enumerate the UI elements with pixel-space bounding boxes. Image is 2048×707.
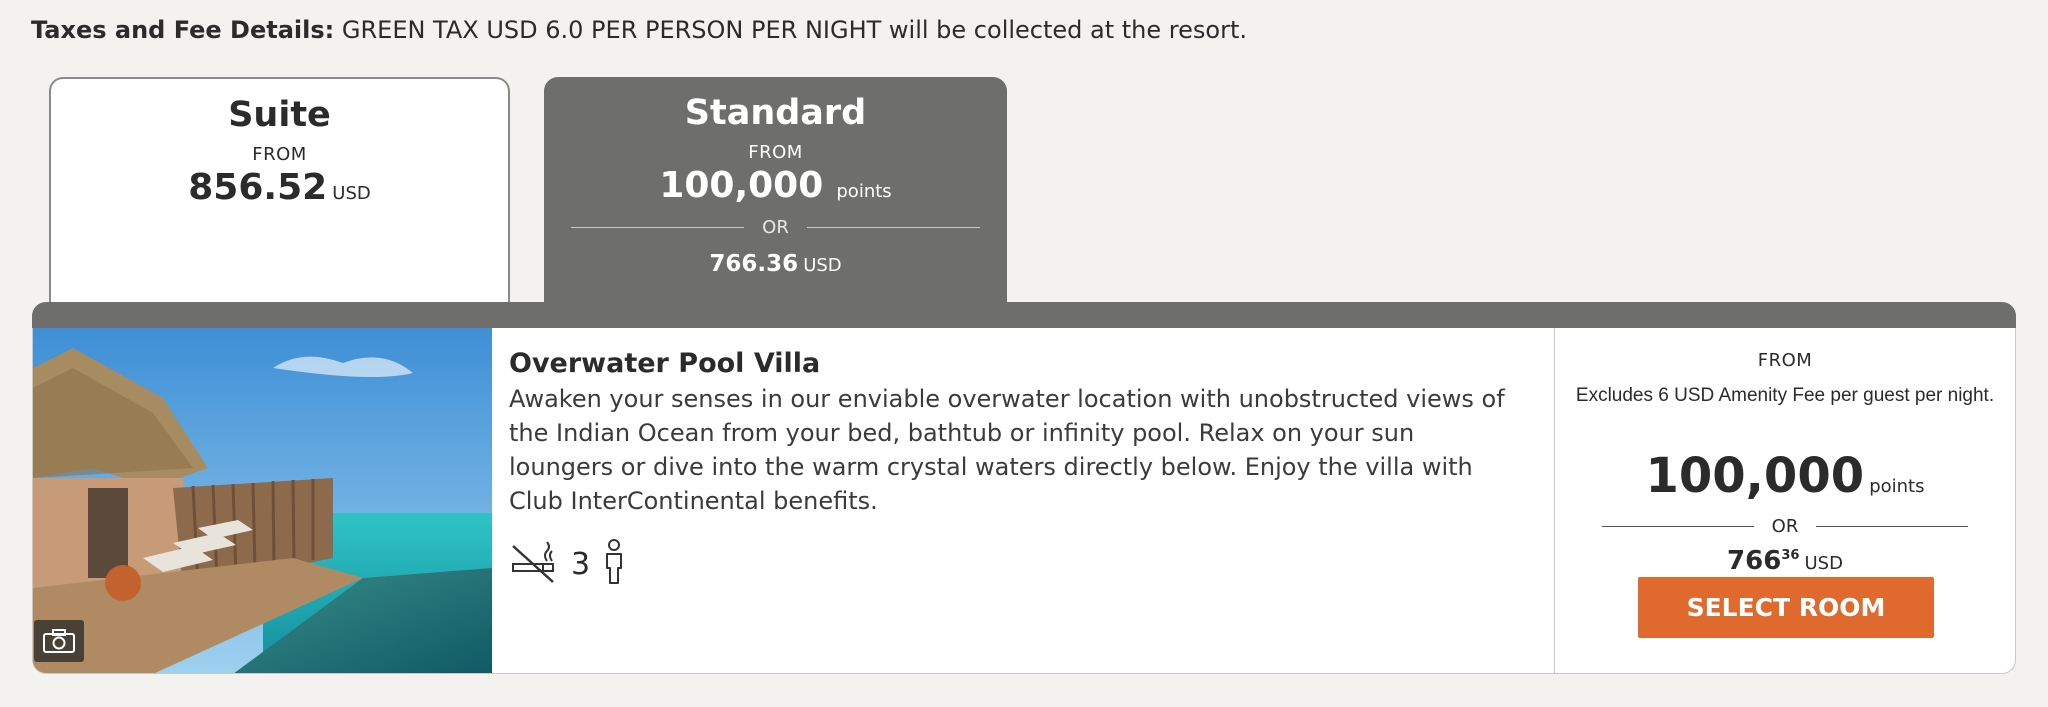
room-points-value: 100,000 — [1645, 448, 1865, 504]
tab-title: Suite — [228, 95, 331, 135]
room-name: Overwater Pool Villa — [509, 348, 821, 379]
or-label: OR — [762, 217, 789, 238]
room-points: 100,000 points — [1555, 448, 2015, 504]
tab-price-unit: USD — [332, 183, 371, 204]
room-photo[interactable] — [33, 328, 492, 673]
room-price-panel: FROM Excludes 6 USD Amenity Fee per gues… — [1555, 328, 2015, 673]
room-card: Overwater Pool Villa Awaken your senses … — [32, 328, 2016, 674]
room-points-unit: points — [1869, 476, 1925, 497]
divider-line — [571, 227, 745, 228]
cash-main: 766 — [1727, 546, 1782, 576]
camera-icon[interactable] — [34, 620, 84, 662]
tab-price-value: 856.52 — [188, 167, 328, 208]
select-room-button[interactable]: SELECT ROOM — [1638, 577, 1934, 638]
amenity-fee-note: Excludes 6 USD Amenity Fee per guest per… — [1575, 385, 1995, 406]
room-photo-illustration — [33, 328, 492, 673]
tab-cash: 766.36 USD — [544, 251, 1007, 277]
cash-cents: 36 — [1781, 548, 1800, 563]
tab-points: 100,000 points — [544, 165, 1007, 206]
room-amenities: 3 — [509, 538, 626, 590]
tab-suite[interactable]: Suite FROM 856.52 USD — [49, 77, 510, 303]
tab-points-value: 100,000 — [659, 165, 824, 206]
taxes-fee-details: Taxes and Fee Details: GREEN TAX USD 6.0… — [31, 16, 1247, 44]
tab-or-divider: OR — [571, 217, 980, 238]
person-icon — [602, 539, 626, 589]
or-label: OR — [1771, 516, 1799, 537]
price-or-divider: OR — [1602, 516, 1968, 537]
divider-line — [1602, 526, 1754, 527]
tab-cash-value: 766.36 — [709, 251, 799, 277]
tab-points-unit: points — [836, 181, 892, 202]
room-card-header-bar — [32, 302, 2016, 328]
tab-price: 856.52 USD — [51, 167, 508, 208]
room-description: Awaken your senses in our enviable overw… — [509, 385, 1505, 515]
taxes-label: Taxes and Fee Details: — [31, 16, 335, 44]
price-from-label: FROM — [1757, 350, 1813, 371]
room-details: Overwater Pool Villa Awaken your senses … — [492, 328, 1555, 673]
tab-cash-unit: USD — [803, 255, 842, 276]
no-smoking-icon — [509, 540, 559, 588]
guest-count: 3 — [571, 546, 591, 582]
cash-unit: USD — [1804, 553, 1843, 574]
tab-standard[interactable]: Standard FROM 100,000 points OR 766.36 U… — [544, 77, 1007, 303]
divider-line — [1816, 526, 1968, 527]
room-cash-price: 76636 USD — [1555, 546, 2015, 576]
divider-line — [806, 227, 980, 228]
tab-from-label: FROM — [748, 142, 803, 163]
taxes-text: GREEN TAX USD 6.0 PER PERSON PER NIGHT w… — [341, 16, 1247, 44]
tab-title: Standard — [684, 93, 867, 133]
tab-from-label: FROM — [252, 144, 307, 165]
